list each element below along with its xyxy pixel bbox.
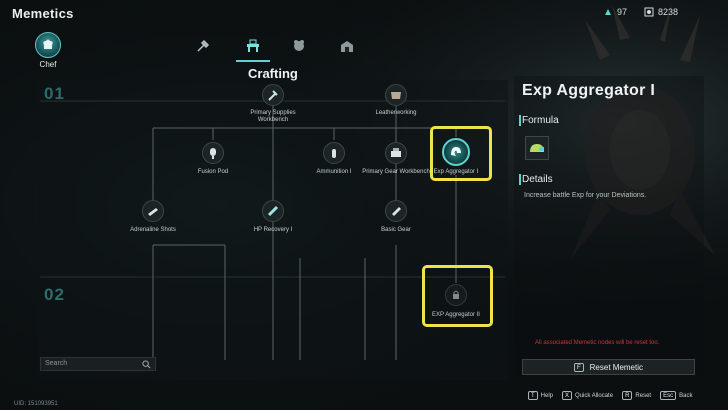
detail-title: Exp Aggregator I bbox=[522, 82, 656, 99]
energy-value: 97 bbox=[617, 7, 628, 17]
node-label: Leatherworking bbox=[375, 110, 417, 116]
category-tabs bbox=[192, 36, 362, 62]
gear-workbench-icon bbox=[391, 148, 401, 157]
detail-description: Increase battle Exp for your Deviations. bbox=[524, 192, 647, 199]
tab-crafting[interactable] bbox=[236, 36, 270, 62]
hint-back[interactable]: Esc Back bbox=[660, 391, 692, 400]
bullet-icon bbox=[332, 149, 336, 158]
app-title: Memetics bbox=[12, 6, 74, 21]
node-label: Basic Gear bbox=[381, 227, 411, 233]
hammer-icon bbox=[268, 90, 278, 101]
injector-icon bbox=[267, 205, 279, 217]
energy-icon bbox=[605, 9, 611, 15]
key-hint: F bbox=[573, 362, 584, 372]
basic-gear-icon bbox=[392, 207, 401, 216]
section-accent bbox=[519, 115, 521, 126]
highlight-box bbox=[430, 126, 492, 181]
node-adrenaline-shots[interactable] bbox=[142, 200, 164, 222]
node-label: Fusion Pod bbox=[197, 169, 229, 175]
key-hint: X bbox=[562, 391, 573, 400]
hint-quick-allocate[interactable]: X Quick Allocate bbox=[562, 391, 613, 400]
category-chef-button[interactable] bbox=[35, 32, 61, 58]
key-hint: Esc bbox=[660, 391, 677, 400]
node-primary-gear-workbench[interactable] bbox=[385, 142, 407, 164]
points-value: 8238 bbox=[658, 7, 679, 17]
workbench-icon bbox=[247, 39, 259, 52]
tab-buildings[interactable] bbox=[336, 36, 358, 56]
reset-warning: All associated Memetic nodes will be res… bbox=[535, 340, 660, 346]
highlight-box bbox=[422, 265, 493, 327]
formula-heading: Formula bbox=[522, 115, 559, 126]
node-basic-gear[interactable] bbox=[385, 200, 407, 222]
node-leatherworking[interactable] bbox=[385, 84, 407, 106]
node-label: HP Recovery I bbox=[253, 227, 293, 233]
creature-icon bbox=[294, 40, 304, 51]
reset-memetic-label: Reset Memetic bbox=[589, 362, 644, 372]
hint-help[interactable]: T Help bbox=[528, 391, 553, 400]
syringe-icon bbox=[148, 208, 158, 216]
tree-title: Crafting bbox=[248, 66, 298, 81]
pod-icon bbox=[210, 148, 216, 159]
energy-resource: 97 bbox=[603, 7, 627, 17]
node-primary-supplies-workbench[interactable] bbox=[262, 84, 284, 106]
formula-item[interactable] bbox=[525, 136, 549, 160]
formula-icon bbox=[530, 144, 544, 152]
building-icon bbox=[341, 41, 353, 52]
node-ammunition-i[interactable] bbox=[323, 142, 345, 164]
tab-tools[interactable] bbox=[192, 36, 214, 56]
search-placeholder: Search bbox=[45, 360, 68, 367]
node-fusion-pod[interactable] bbox=[202, 142, 224, 164]
search-icon bbox=[142, 360, 151, 369]
hint-reset[interactable]: R Reset bbox=[622, 391, 651, 400]
section-accent bbox=[519, 174, 521, 185]
background bbox=[0, 0, 728, 410]
points-resource: 8238 bbox=[644, 7, 678, 17]
hint-label: Quick Allocate bbox=[575, 392, 614, 399]
hint-label: Back bbox=[679, 392, 693, 399]
node-label: Adrenaline Shots bbox=[130, 227, 176, 233]
hint-label: Help bbox=[540, 392, 554, 399]
tier-02-label: 02 bbox=[44, 285, 65, 304]
details-heading: Details bbox=[522, 174, 553, 185]
axe-icon bbox=[197, 39, 210, 52]
tier-01-label: 01 bbox=[44, 84, 65, 103]
tab-creatures[interactable] bbox=[288, 36, 310, 56]
key-hint: R bbox=[622, 391, 633, 400]
category-label: Chef bbox=[39, 60, 57, 69]
node-hp-recovery-i[interactable] bbox=[262, 200, 284, 222]
search-input[interactable]: Search bbox=[40, 357, 156, 371]
leather-icon bbox=[391, 92, 401, 99]
points-icon bbox=[644, 7, 654, 17]
chef-hat-icon bbox=[43, 39, 53, 49]
key-hint: T bbox=[528, 391, 538, 400]
key-hints: T Help X Quick Allocate R Reset Esc Back bbox=[528, 391, 692, 400]
user-id: UID: 151093951 bbox=[14, 401, 58, 407]
node-label: Ammunition I bbox=[316, 169, 352, 175]
reset-memetic-button[interactable]: F Reset Memetic bbox=[522, 359, 695, 375]
hint-label: Reset bbox=[635, 392, 652, 399]
node-label: Primary Supplies Workbench bbox=[250, 110, 296, 123]
